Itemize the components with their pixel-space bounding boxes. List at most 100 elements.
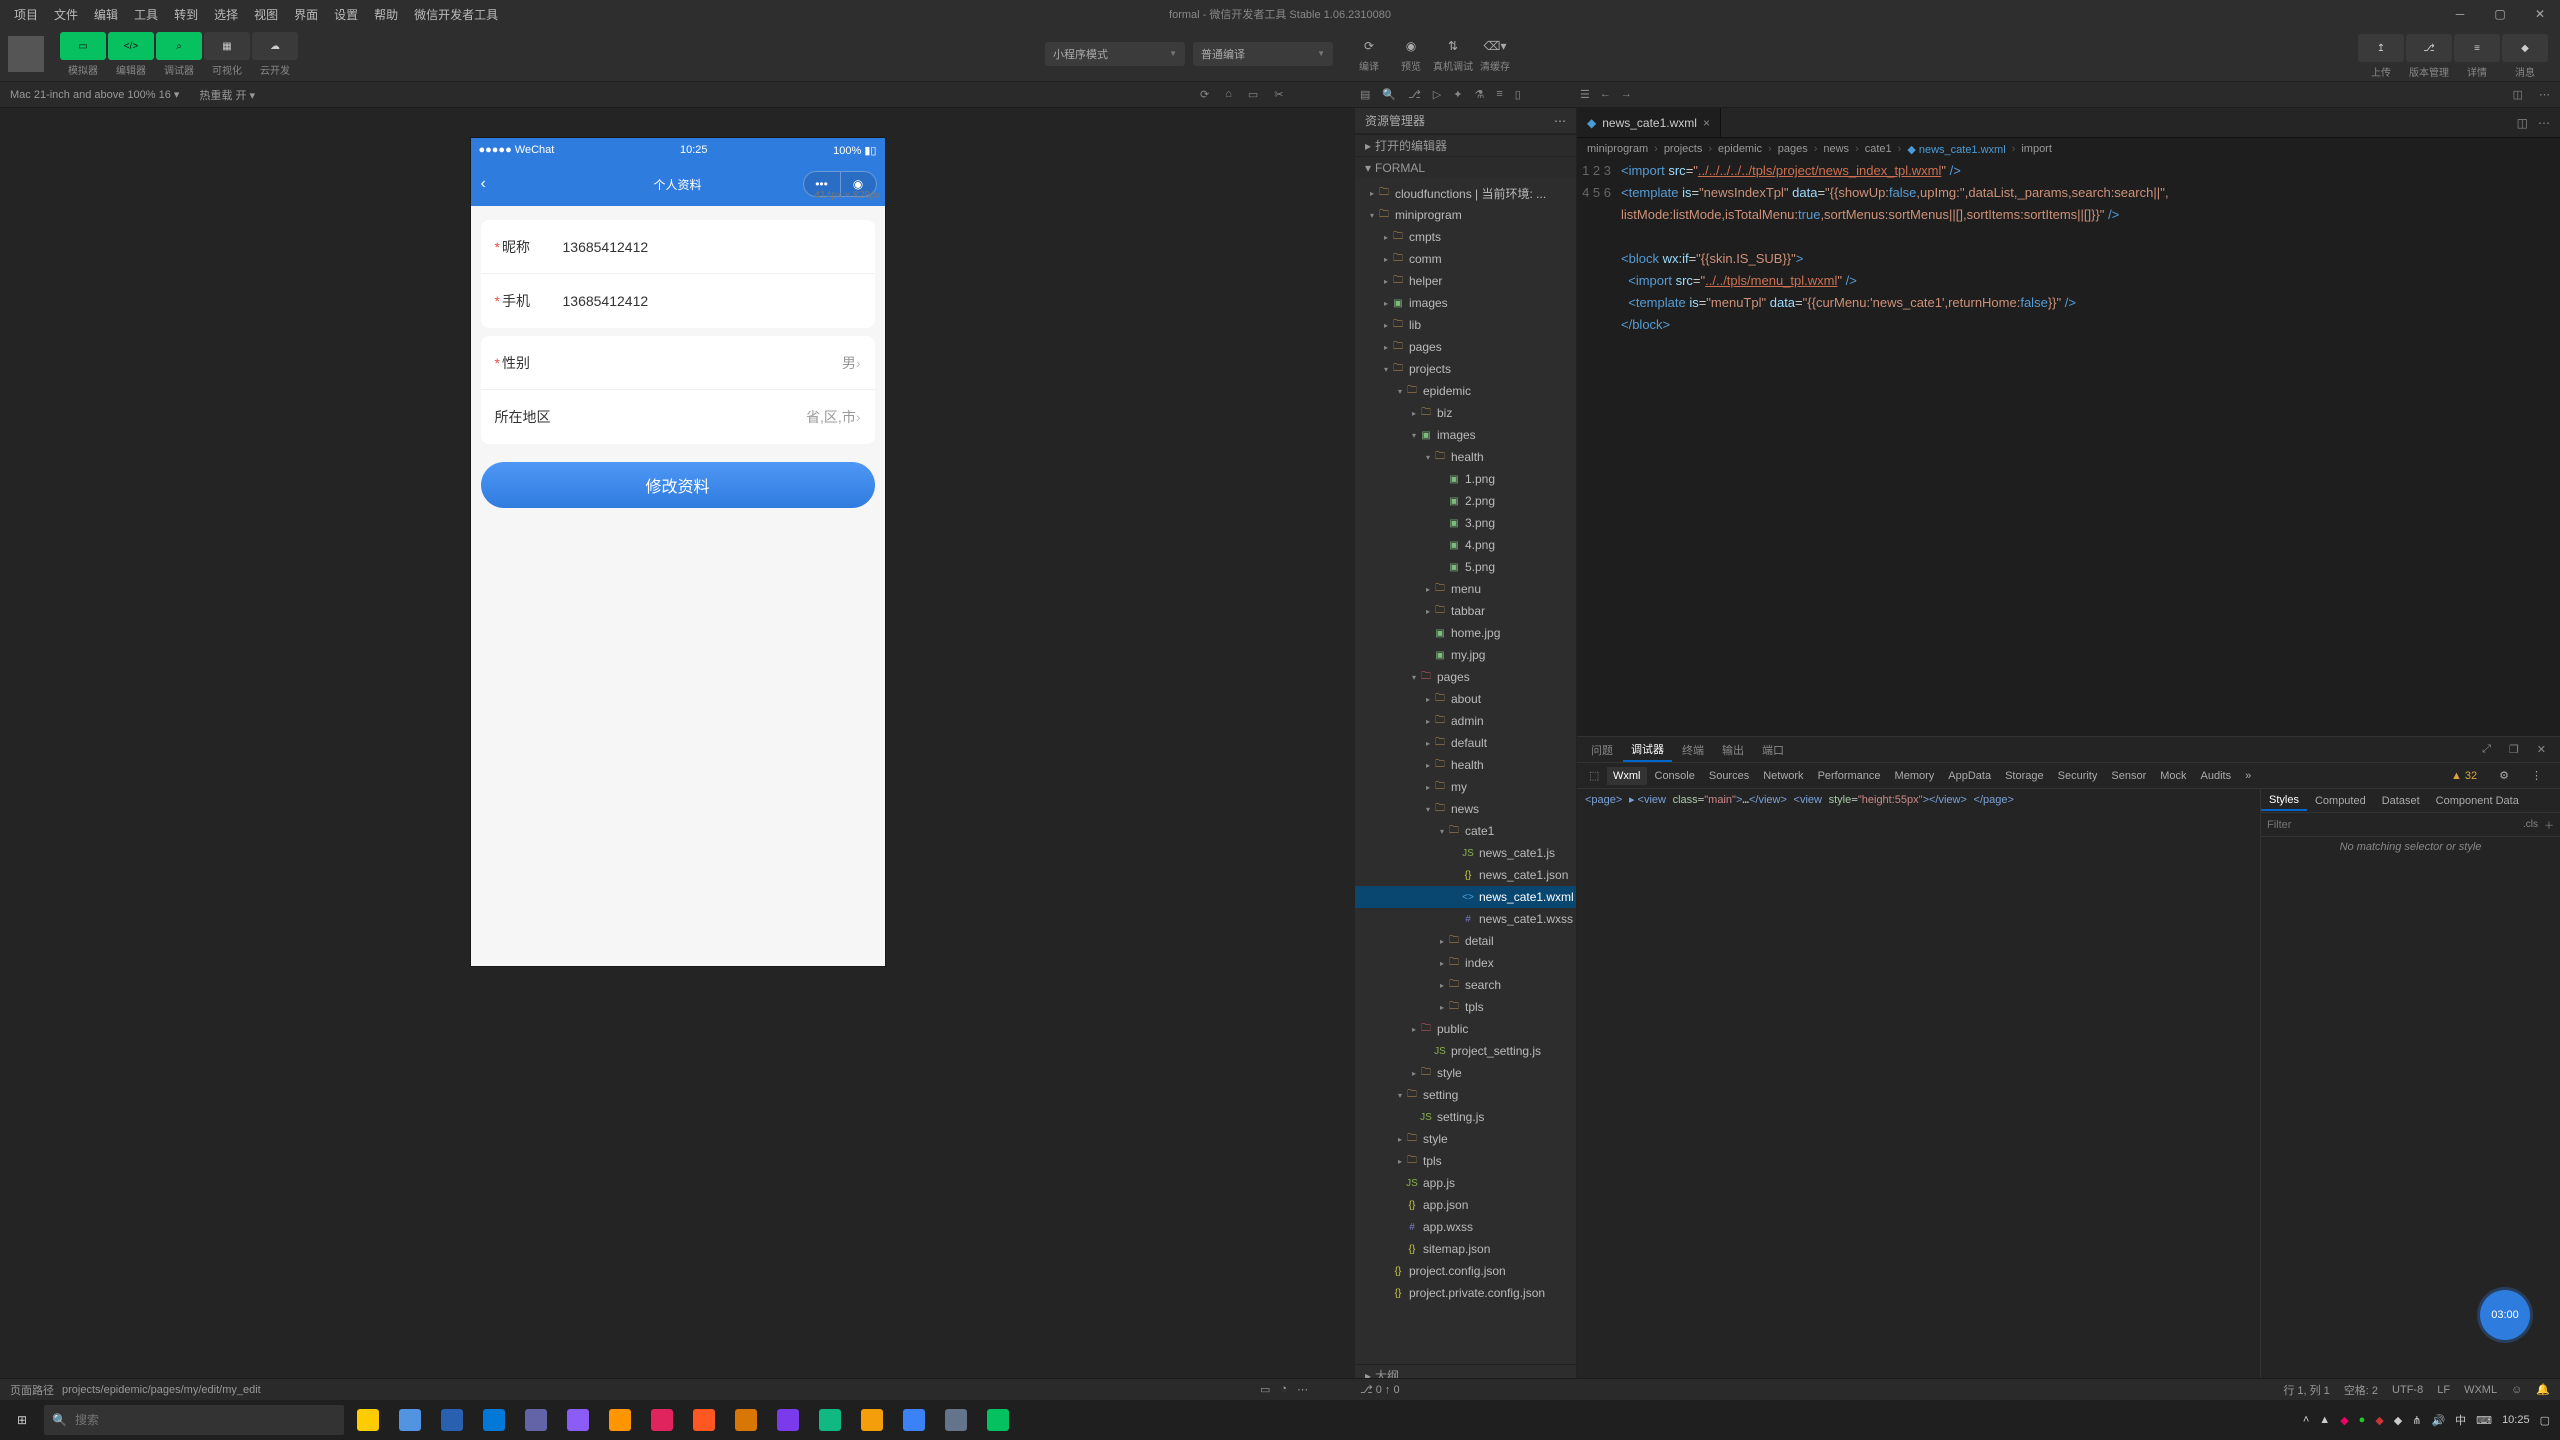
more-icon[interactable]: ⋯: [2538, 116, 2550, 130]
subtab-wxml[interactable]: Wxml: [1607, 767, 1647, 785]
cut-icon[interactable]: ✂: [1274, 88, 1283, 101]
new-style-button[interactable]: ＋: [2544, 817, 2554, 832]
code-editor[interactable]: 1 2 3 4 5 6 <import src="../../../../../…: [1577, 160, 2560, 736]
tree-item[interactable]: ▸🗀comm: [1355, 248, 1576, 270]
tree-item[interactable]: ▾🗀epidemic: [1355, 380, 1576, 402]
phone-icon[interactable]: ▭: [1248, 88, 1258, 101]
preview-button[interactable]: ◉ 预览: [1391, 34, 1431, 73]
tree-item[interactable]: ▸🗀tabbar: [1355, 600, 1576, 622]
subtab-appdata[interactable]: AppData: [1942, 767, 1997, 785]
subtab-security[interactable]: Security: [2052, 767, 2104, 785]
dt-close-icon[interactable]: ✕: [2529, 740, 2554, 759]
tree-item[interactable]: ▸🗀tpls: [1355, 1150, 1576, 1172]
code-lines[interactable]: <import src="../../../../../tpls/project…: [1621, 160, 2560, 736]
visual-toggle-button[interactable]: ▦: [204, 32, 250, 60]
menu-go[interactable]: 转到: [168, 4, 204, 25]
menu-help[interactable]: 帮助: [368, 4, 404, 25]
taskbar-app[interactable]: [516, 1400, 556, 1440]
editor-tab-active[interactable]: ◆ news_cate1.wxml ×: [1577, 108, 1721, 137]
sidebar-debug-icon[interactable]: ▷: [1433, 88, 1441, 101]
tree-item[interactable]: ▣3.png: [1355, 512, 1576, 534]
git-status[interactable]: ⎇ 0 ↑ 0: [1360, 1383, 1400, 1396]
tree-item[interactable]: ▾🗀miniprogram: [1355, 204, 1576, 226]
tree-item[interactable]: ▾🗀pages: [1355, 666, 1576, 688]
tree-item[interactable]: ▣2.png: [1355, 490, 1576, 512]
tree-item[interactable]: <>news_cate1.wxml: [1355, 886, 1576, 908]
indent-setting[interactable]: 空格: 2: [2344, 1382, 2378, 1398]
inspect-icon[interactable]: ⬚: [1583, 766, 1605, 785]
explorer-more-icon[interactable]: ⋯: [1554, 114, 1566, 128]
taskbar-search-input[interactable]: [75, 1413, 336, 1427]
open-editors-section[interactable]: ▸打开的编辑器: [1355, 134, 1576, 156]
menu-tools[interactable]: 工具: [128, 4, 164, 25]
tree-item[interactable]: {}project.config.json: [1355, 1260, 1576, 1282]
tree-item[interactable]: JSsetting.js: [1355, 1106, 1576, 1128]
more-editor-icon[interactable]: ⋯: [2539, 88, 2550, 101]
tree-item[interactable]: ▸🗀pages: [1355, 336, 1576, 358]
styletab-component-data[interactable]: Component Data: [2428, 792, 2527, 810]
tree-item[interactable]: ▸🗀style: [1355, 1128, 1576, 1150]
submit-button[interactable]: 修改资料: [481, 462, 875, 508]
tree-item[interactable]: {}app.json: [1355, 1194, 1576, 1216]
menu-view[interactable]: 视图: [248, 4, 284, 25]
taskbar-search[interactable]: 🔍: [44, 1405, 344, 1435]
menu-edit[interactable]: 编辑: [88, 4, 124, 25]
taskbar-app[interactable]: [936, 1400, 976, 1440]
root-section[interactable]: ▾FORMAL: [1355, 156, 1576, 178]
sidebar-plus-icon[interactable]: ▯: [1515, 88, 1521, 101]
field-gender[interactable]: *性别 男 ›: [481, 336, 875, 390]
tree-item[interactable]: #app.wxss: [1355, 1216, 1576, 1238]
taskbar-app[interactable]: [894, 1400, 934, 1440]
upload-button[interactable]: ↥: [2358, 34, 2404, 62]
tray-chevron-icon[interactable]: ˄: [2303, 1414, 2309, 1426]
language-mode[interactable]: WXML: [2464, 1384, 2497, 1396]
start-button[interactable]: ⊞: [2, 1400, 42, 1440]
compile-select[interactable]: 普通编译 ▼: [1193, 42, 1333, 66]
cls-toggle[interactable]: .cls: [2523, 819, 2538, 830]
subtab-sources[interactable]: Sources: [1703, 767, 1755, 785]
taskbar-app[interactable]: [978, 1400, 1018, 1440]
dt-tab-output[interactable]: 输出: [1714, 739, 1752, 761]
tree-item[interactable]: ▸🗀health: [1355, 754, 1576, 776]
device-select[interactable]: Mac 21-inch and above 100% 16 ▾: [10, 88, 179, 101]
subtab-mock[interactable]: Mock: [2154, 767, 2192, 785]
tree-item[interactable]: ▸🗀cloudfunctions | 当前环境: ...: [1355, 182, 1576, 204]
sim-status-3[interactable]: ⋯: [1297, 1383, 1308, 1396]
tray-app1-icon[interactable]: ◆: [2340, 1414, 2348, 1427]
subtab-storage[interactable]: Storage: [1999, 767, 2050, 785]
cloud-dev-button[interactable]: ☁: [252, 32, 298, 60]
tray-clock[interactable]: 10:25: [2502, 1414, 2530, 1426]
window-maximize-button[interactable]: ▢: [2480, 0, 2520, 28]
home-icon[interactable]: ⌂: [1225, 88, 1232, 101]
tree-item[interactable]: {}sitemap.json: [1355, 1238, 1576, 1260]
subtab-performance[interactable]: Performance: [1812, 767, 1887, 785]
editor-forward-icon[interactable]: →: [1621, 88, 1632, 101]
tree-item[interactable]: ▸🗀menu: [1355, 578, 1576, 600]
subtab-sensor[interactable]: Sensor: [2105, 767, 2152, 785]
tree-item[interactable]: ▸🗀public: [1355, 1018, 1576, 1040]
warning-count[interactable]: ▲ 32: [2445, 767, 2483, 785]
sidebar-branch-icon[interactable]: ⎇: [1408, 88, 1421, 101]
tree-item[interactable]: ▸🗀default: [1355, 732, 1576, 754]
tree-item[interactable]: ▸🗀helper: [1355, 270, 1576, 292]
tree-item[interactable]: #news_cate1.wxss: [1355, 908, 1576, 930]
subtab-console[interactable]: Console: [1649, 767, 1701, 785]
tray-notifications-icon[interactable]: ▢: [2540, 1414, 2550, 1427]
cursor-position[interactable]: 行 1, 列 1: [2283, 1382, 2329, 1398]
styletab-dataset[interactable]: Dataset: [2374, 792, 2428, 810]
messages-button[interactable]: ◆: [2502, 34, 2548, 62]
nickname-value[interactable]: 13685412412: [563, 239, 861, 255]
tree-item[interactable]: ▸🗀biz: [1355, 402, 1576, 424]
tray-app3-icon[interactable]: ◆: [2394, 1414, 2402, 1427]
tree-item[interactable]: JSnews_cate1.js: [1355, 842, 1576, 864]
field-nickname[interactable]: *昵称 13685412412: [481, 220, 875, 274]
sidebar-robot-icon[interactable]: ✦: [1453, 88, 1462, 101]
taskbar-app[interactable]: [348, 1400, 388, 1440]
floating-timer-button[interactable]: 03:00: [2480, 1290, 2530, 1340]
file-tree[interactable]: ▸🗀cloudfunctions | 当前环境: ...▾🗀miniprogra…: [1355, 178, 1576, 1364]
encoding[interactable]: UTF-8: [2392, 1384, 2423, 1396]
mute-icon[interactable]: ⟳: [1200, 88, 1209, 101]
taskbar-app[interactable]: [558, 1400, 598, 1440]
tree-item[interactable]: ▸🗀about: [1355, 688, 1576, 710]
tray-wifi-icon[interactable]: ⋔: [2412, 1414, 2421, 1427]
